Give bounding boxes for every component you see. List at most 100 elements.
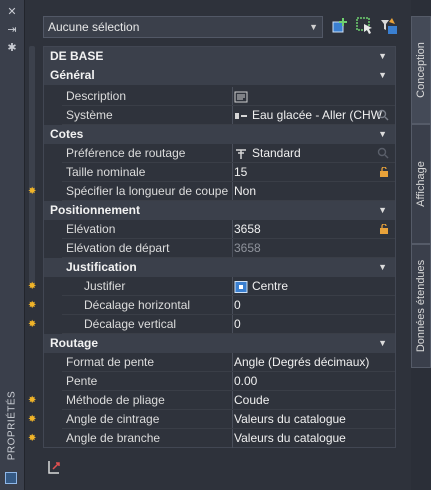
close-icon[interactable]: ✕ [5,6,19,18]
column-divider [232,315,233,334]
required-star-icon: ✸ [28,300,37,311]
property-row-pente[interactable]: Pente 0.00 [44,372,395,391]
property-value[interactable] [234,87,395,106]
auto-hide-icon[interactable]: ⇥ [5,24,19,36]
category-routage[interactable]: Routage ▼ [44,334,395,353]
property-row-longueur[interactable]: ✸ Spécifier la longueur de coupe Non [28,182,395,201]
property-row-justifier[interactable]: ✸ Justifier Centre [28,277,395,296]
property-value[interactable]: Angle (Degrés décimaux) [234,353,395,372]
property-row-description[interactable]: Description [44,87,395,106]
category-title: Général [50,68,95,82]
property-label: Elévation [66,222,116,236]
routing-icon [236,149,246,159]
palette-title: PROPRIÉTÉS [6,390,18,461]
systeme-value: Eau glacée - Aller (CHW [252,108,383,122]
search-icon[interactable] [377,147,389,159]
property-row-branche[interactable]: ✸ Angle de branche Valeurs du catalogue [28,429,395,448]
property-value[interactable]: Non [234,182,395,201]
search-icon[interactable] [377,109,389,121]
column-divider [232,182,233,201]
category-title: Positionnement [50,203,141,217]
property-row-format-pente[interactable]: Format de pente Angle (Degrés décimaux) [44,353,395,372]
tab-conception[interactable]: Conception [411,16,431,124]
property-row-taille[interactable]: Taille nominale 15 [44,163,395,182]
property-value[interactable]: 0 [234,296,395,315]
chevron-down-icon: ▼ [309,22,318,32]
required-star-icon: ✸ [28,186,37,197]
lock-icon[interactable] [379,224,389,234]
chevron-down-icon: ▼ [378,262,387,272]
subcategory-title: Justification [66,260,137,274]
property-value[interactable]: 0 [234,315,395,334]
tab-label: Affichage [415,161,427,207]
column-divider [232,163,233,182]
category-cotes[interactable]: Cotes ▼ [44,125,395,144]
property-row-preference[interactable]: Préférence de routage Standard [44,144,395,163]
column-divider [232,296,233,315]
property-label: Pente [66,374,98,388]
justify-center-icon [234,280,248,293]
property-value[interactable]: Coude [234,391,395,410]
property-label: Méthode de pliage [66,393,165,407]
property-label: Système [66,108,113,122]
property-label: Angle de branche [66,431,161,445]
property-value[interactable]: Standard [234,144,395,163]
settings-icon[interactable]: ✱ [5,42,19,54]
tab-affichage[interactable]: Affichage [411,124,431,244]
select-objects-icon[interactable] [355,16,375,36]
palette-title-strip: ✕ ⇥ ✱ PROPRIÉTÉS [0,0,25,490]
chevron-down-icon: ▼ [378,51,387,61]
property-row-elevation[interactable]: Elévation 3658 [44,220,395,239]
column-divider [232,87,233,106]
property-value[interactable]: Valeurs du catalogue [234,410,395,429]
category-title: Cotes [50,127,84,141]
property-row-cintrage[interactable]: ✸ Angle de cintrage Valeurs du catalogue [28,410,395,429]
property-row-systeme[interactable]: Système Eau glacée - Aller (CHW [44,106,395,125]
category-base[interactable]: DE BASE ▼ [44,47,395,66]
property-label: Justifier [84,279,126,293]
category-title: Routage [50,336,98,350]
property-value[interactable]: Eau glacée - Aller (CHW [234,106,395,125]
property-value[interactable]: 15 [234,163,395,182]
add-to-palette-icon[interactable] [47,459,63,475]
property-value[interactable]: 0.00 [234,372,395,391]
toggle-pickadd-icon[interactable] [331,16,351,36]
property-value[interactable]: Valeurs du catalogue [234,429,395,448]
required-star-icon: ✸ [28,395,37,406]
chevron-down-icon: ▼ [378,338,387,348]
property-row-decalage-h[interactable]: ✸ Décalage horizontal 0 [28,296,395,315]
palette-menu-icon[interactable] [5,472,17,484]
category-positionnement[interactable]: Positionnement ▼ [44,201,395,220]
properties-main: Aucune sélection ▼ DE BASE ▼ Général ▼ D… [25,0,411,490]
quick-select-icon[interactable] [379,16,399,36]
property-label: Format de pente [66,355,155,369]
tab-strip: Conception Affichage Données étendues [411,0,431,490]
property-value: 3658 [234,241,261,255]
column-divider [232,353,233,372]
required-star-icon: ✸ [28,414,37,425]
chevron-down-icon: ▼ [378,129,387,139]
property-row-elevation-depart[interactable]: Elévation de départ 3658 [44,239,395,258]
column-divider [232,239,233,258]
property-value[interactable]: Centre [234,277,395,296]
subcategory-justification[interactable]: Justification ▼ [44,258,395,277]
property-value[interactable]: 3658 [234,220,395,239]
required-star-icon: ✸ [28,281,37,292]
property-label: Elévation de départ [66,241,170,255]
tab-donnees-etendues[interactable]: Données étendues [411,244,431,368]
property-row-pliage[interactable]: ✸ Méthode de pliage Coude [28,391,395,410]
required-star-icon: ✸ [28,433,37,444]
selection-dropdown[interactable]: Aucune sélection ▼ [43,16,323,38]
text-editor-icon[interactable] [234,91,248,103]
chevron-down-icon: ▼ [378,70,387,80]
justifier-value: Centre [252,279,289,293]
scrollbar[interactable] [29,46,35,284]
property-label: Décalage vertical [84,317,177,331]
category-general[interactable]: Général ▼ [44,66,395,85]
column-divider [232,277,233,296]
chevron-down-icon: ▼ [378,205,387,215]
property-row-decalage-v[interactable]: ✸ Décalage vertical 0 [28,315,395,334]
column-divider [232,106,233,125]
lock-icon[interactable] [379,167,389,177]
column-divider [232,391,233,410]
